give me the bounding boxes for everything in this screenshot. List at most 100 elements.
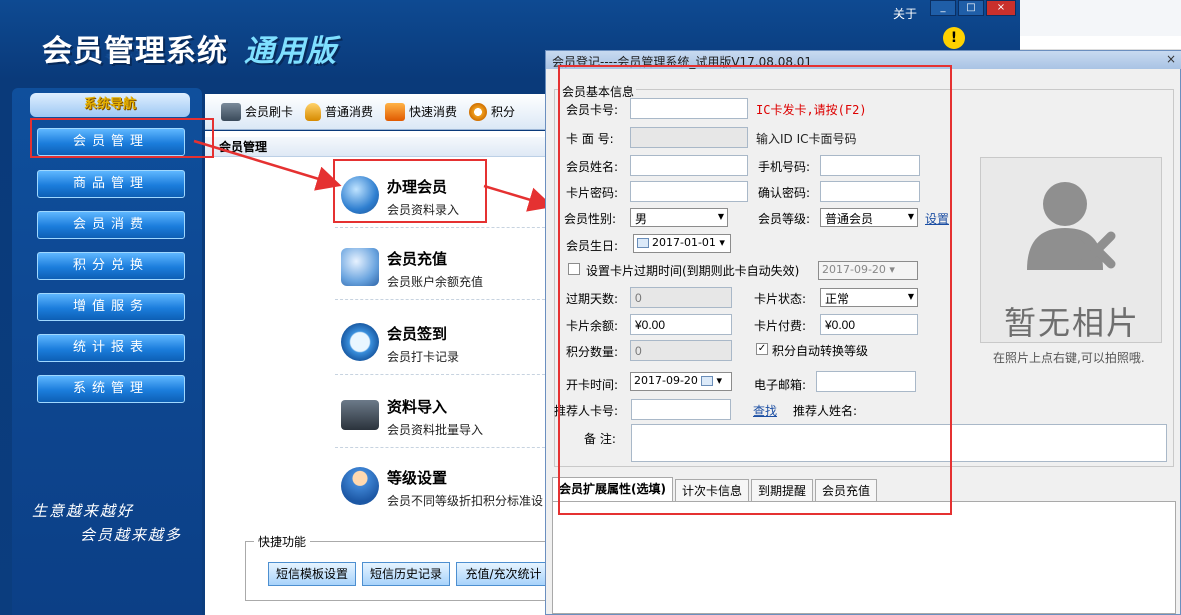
close-button[interactable]: × — [986, 0, 1016, 16]
face-no-hint: 输入ID IC卡面号码 — [756, 132, 857, 146]
email-label: 电子邮箱: — [754, 378, 807, 392]
toolbar-label: 积分 — [491, 105, 516, 119]
feature-desc: 会员不同等级折扣积分标准设 — [387, 494, 544, 508]
nav-item-system-management[interactable]: 系统管理 — [37, 375, 185, 403]
nav-item-member-consumption[interactable]: 会员消费 — [37, 211, 185, 239]
referrer-search-link[interactable]: 查找 — [753, 402, 777, 419]
mobile-label: 手机号码: — [758, 160, 811, 174]
maximize-button[interactable]: □ — [958, 0, 984, 16]
toolbar-points[interactable]: 积分 — [469, 102, 516, 121]
feature-desc: 会员打卡记录 — [387, 350, 460, 364]
password-label: 卡片密码: — [566, 186, 619, 200]
member-photo[interactable]: 暂无相片 — [980, 157, 1162, 343]
points-input[interactable] — [630, 340, 732, 361]
referrer-card-input[interactable] — [631, 399, 731, 420]
card-status-select[interactable]: 正常 — [820, 288, 918, 307]
level-user-icon — [341, 467, 379, 505]
password-input[interactable] — [630, 181, 748, 202]
nav-item-value-added[interactable]: 增值服务 — [37, 293, 185, 321]
basic-info-group-label: 会员基本信息 — [560, 83, 637, 100]
card-fee-input[interactable] — [820, 314, 918, 335]
expire-date-value: 2017-09-20 — [822, 263, 886, 276]
toolbar-normal-consume[interactable]: 普通消费 — [305, 102, 374, 121]
feature-level-settings[interactable]: 等级设置 会员不同等级折扣积分标准设 — [335, 455, 550, 519]
nav-header: 系统导航 — [30, 93, 190, 117]
expire-checkbox[interactable] — [568, 263, 580, 275]
level-settings-link[interactable]: 设置 — [925, 210, 949, 227]
money-bag-icon — [305, 102, 322, 121]
about-link[interactable]: 关于 — [893, 5, 917, 22]
photo-hint: 在照片上点右键,可以拍照哦. — [993, 351, 1145, 365]
feature-import[interactable]: 资料导入 会员资料批量导入 — [335, 384, 550, 448]
tab-expiry-reminder[interactable]: 到期提醒 — [751, 479, 814, 501]
card-no-hint: IC卡发卡,请按(F2) — [756, 103, 867, 117]
email-input[interactable] — [816, 371, 916, 392]
confirm-password-input[interactable] — [820, 181, 920, 202]
fast-pay-icon — [385, 102, 406, 121]
points-label: 积分数量: — [566, 345, 619, 359]
expire-days-label: 过期天数: — [566, 292, 619, 306]
toolbar-fast-consume[interactable]: 快速消费 — [385, 102, 458, 121]
expire-days-input[interactable] — [630, 287, 732, 308]
balance-input[interactable] — [630, 314, 732, 335]
referrer-card-label: 推荐人卡号: — [554, 404, 619, 418]
card-status-label: 卡片状态: — [754, 292, 807, 306]
name-label: 会员姓名: — [566, 160, 619, 174]
auto-level-checkbox[interactable]: ✓ — [756, 343, 768, 355]
import-laptop-icon — [341, 400, 379, 430]
feature-desc: 会员资料批量导入 — [387, 423, 484, 437]
birthday-value: 2017-01-01 — [652, 236, 716, 249]
member-add-icon — [341, 176, 379, 214]
mobile-input[interactable] — [820, 155, 920, 176]
tab-count-card-info[interactable]: 计次卡信息 — [674, 479, 749, 501]
dialog-title: 会员登记----会员管理系统_试用版V17.08.08.01 — [552, 55, 813, 69]
feature-add-member[interactable]: 办理会员 会员资料录入 — [335, 164, 550, 228]
feature-checkin[interactable]: 会员签到 会员打卡记录 — [335, 311, 550, 375]
face-no-input[interactable] — [630, 127, 748, 148]
sms-history-button[interactable]: 短信历史记录 — [362, 562, 450, 586]
name-input[interactable] — [630, 155, 748, 176]
calendar-icon — [701, 376, 714, 386]
feature-title: 会员充值 — [387, 250, 448, 268]
desktop-strip — [1020, 36, 1181, 50]
nav-item-product-management[interactable]: 商品管理 — [37, 170, 185, 198]
nav-item-member-management[interactable]: 会员管理 — [37, 128, 185, 156]
birthday-datepicker[interactable]: 2017-01-01 ▾ — [633, 234, 731, 253]
dialog-close-button[interactable]: × — [1166, 52, 1176, 66]
feature-recharge[interactable]: 会员充值 会员账户余额充值 — [335, 236, 550, 300]
level-label: 会员等级: — [758, 212, 811, 226]
tab-member-recharge[interactable]: 会员充值 — [815, 479, 878, 501]
toolbar-card-swipe[interactable]: 会员刷卡 — [221, 102, 293, 121]
feature-title: 办理会员 — [387, 178, 448, 196]
slogan-line-1: 生意越来越好 — [32, 502, 135, 520]
app-title-text: 会员管理系统 — [42, 34, 228, 69]
expire-checkbox-label: 设置卡片过期时间(到期则此卡自动失效) — [586, 264, 800, 278]
sms-template-button[interactable]: 短信模板设置 — [268, 562, 356, 586]
card-no-label: 会员卡号: — [566, 103, 619, 117]
window-controls: _ □ × — [930, 0, 1018, 16]
toolbar-label: 快速消费 — [409, 105, 458, 119]
nav-item-points-exchange[interactable]: 积分兑换 — [37, 252, 185, 280]
feature-title: 等级设置 — [387, 469, 448, 487]
remark-input[interactable] — [631, 424, 1167, 462]
toolbar-label: 普通消费 — [325, 105, 374, 119]
recharge-stats-button[interactable]: 充值/充次统计 — [456, 562, 551, 586]
quick-functions-group: 快捷功能 短信模板设置 短信历史记录 充值/充次统计 — [245, 533, 551, 601]
tab-extended-attributes[interactable]: 会员扩展属性(选填) — [552, 477, 673, 501]
level-select[interactable]: 普通会员 — [820, 208, 918, 227]
minimize-button[interactable]: _ — [930, 0, 956, 16]
gender-label: 会员性别: — [564, 212, 617, 226]
open-date-value: 2017-09-20 — [634, 374, 698, 387]
member-registration-dialog: 会员登记----会员管理系统_试用版V17.08.08.01 × 会员基本信息 … — [545, 50, 1181, 615]
toolbar: 会员刷卡 普通消费 快速消费 积分 — [205, 94, 550, 130]
card-no-input[interactable] — [630, 98, 748, 119]
gender-select[interactable]: 男 — [630, 208, 728, 227]
nav-item-reports[interactable]: 统计报表 — [37, 334, 185, 362]
refresh-icon — [469, 102, 488, 121]
warning-icon[interactable]: ! — [943, 27, 965, 49]
balance-label: 卡片余额: — [566, 319, 619, 333]
open-date-datepicker[interactable]: 2017-09-20 ▾ — [630, 372, 732, 391]
feature-desc: 会员资料录入 — [387, 203, 460, 217]
expire-datepicker[interactable]: 2017-09-20 ▾ — [818, 261, 918, 280]
dialog-titlebar[interactable]: 会员登记----会员管理系统_试用版V17.08.08.01 × — [546, 51, 1181, 69]
